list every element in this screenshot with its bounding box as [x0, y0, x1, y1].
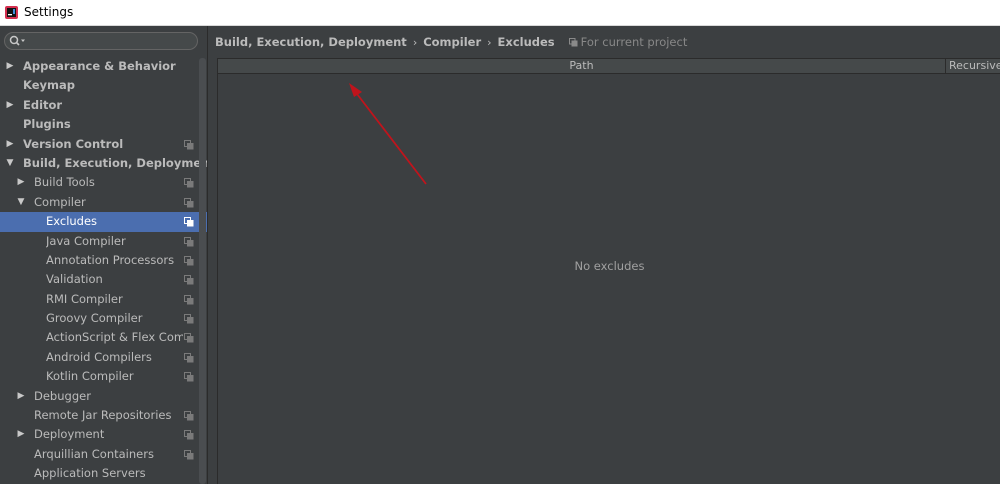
sidebar-item-label: Version Control: [23, 136, 124, 151]
sidebar-item-label: Editor: [23, 97, 63, 112]
sidebar-item-label: Kotlin Compiler: [46, 369, 134, 384]
project-scope-icon: [184, 139, 194, 150]
project-scope-icon: [184, 430, 194, 440]
collapsed-arrow-icon[interactable]: ▶: [5, 57, 15, 76]
breadcrumb-separator: ›: [412, 36, 418, 49]
expanded-arrow-icon[interactable]: ▼: [5, 154, 15, 173]
sidebar-item-validation[interactable]: Validation: [0, 270, 207, 289]
sidebar-item-label: Annotation Processors: [46, 252, 175, 267]
settings-search-box[interactable]: [4, 32, 198, 50]
column-header-path[interactable]: Path: [218, 59, 946, 73]
sidebar-item-label: Plugins: [23, 117, 71, 132]
sidebar-item-label: Build, Execution, Deployment: [23, 155, 208, 170]
project-scope-icon: [184, 197, 194, 208]
project-scope-icon: [184, 217, 194, 227]
search-icon[interactable]: [8, 33, 28, 49]
settings-tree: ▶ Appearance & Behavior Keymap ▶ Editor Plugi…: [0, 57, 207, 484]
project-scope-icon: [184, 449, 194, 460]
table-header: Path Recursively: [218, 59, 1000, 74]
sidebar-item-deployment[interactable]: ▶ Deployment: [0, 425, 207, 444]
sidebar-item-label: Excludes: [46, 214, 98, 229]
sidebar-item-label: Application Servers: [34, 466, 146, 481]
project-scope-icon: [184, 255, 194, 266]
window-titlebar: Settings: [0, 0, 1000, 26]
breadcrumb-item-excludes: Excludes: [497, 35, 555, 49]
excludes-table[interactable]: Path Recursively No excludes: [217, 58, 1000, 484]
project-scope-icon: [568, 38, 578, 47]
project-scope-icon: [184, 236, 194, 247]
breadcrumb-item-build-execution-deployment[interactable]: Build, Execution, Deployment: [215, 35, 407, 49]
sidebar-item-actionscript-flex-compil[interactable]: ActionScript & Flex Compil: [0, 328, 207, 347]
sidebar-item-label: Validation: [46, 272, 103, 287]
sidebar-item-label: Android Compilers: [46, 349, 152, 364]
sidebar-item-label: Arquillian Containers: [34, 446, 154, 461]
sidebar-item-build-execution-deployment[interactable]: ▼ Build, Execution, Deployment: [0, 154, 207, 173]
empty-state-text: No excludes: [574, 259, 645, 273]
sidebar-item-appearance-behavior[interactable]: ▶ Appearance & Behavior: [0, 57, 207, 76]
breadcrumb: Build, Execution, Deployment › Compiler › Ex…: [215, 35, 687, 51]
sidebar-item-debugger[interactable]: ▶ Debugger: [0, 387, 207, 406]
sidebar-item-label: Appearance & Behavior: [23, 59, 176, 73]
breadcrumb-item-compiler[interactable]: Compiler: [423, 35, 481, 49]
project-scope-icon: [184, 294, 194, 305]
sidebar-item-label: Remote Jar Repositories: [34, 408, 172, 423]
project-scope-icon: [184, 411, 194, 421]
sidebar-item-arquillian-containers[interactable]: Arquillian Containers: [0, 445, 207, 464]
project-scope-icon: [184, 333, 194, 343]
settings-sidebar: ▶ Appearance & Behavior Keymap ▶ Editor Plugi…: [0, 26, 208, 484]
sidebar-item-editor[interactable]: ▶ Editor: [0, 96, 207, 115]
collapsed-arrow-icon[interactable]: ▶: [16, 173, 26, 192]
project-scope-icon: [184, 178, 194, 188]
collapsed-arrow-icon[interactable]: ▶: [16, 425, 26, 444]
sidebar-item-label: Compiler: [34, 194, 86, 209]
sidebar-item-compiler[interactable]: ▼ Compiler: [0, 193, 207, 212]
sidebar-scrollbar[interactable]: [199, 58, 206, 484]
collapsed-arrow-icon[interactable]: ▶: [5, 135, 15, 154]
window-title: Settings: [24, 5, 74, 19]
intellij-app-icon: [5, 6, 18, 19]
sidebar-item-label: ActionScript & Flex Compil: [46, 330, 183, 345]
sidebar-item-annotation-processors[interactable]: Annotation Processors: [0, 251, 207, 270]
sidebar-item-remote-jar-repositories[interactable]: Remote Jar Repositories: [0, 406, 207, 425]
column-header-recursively[interactable]: Recursively: [947, 59, 1000, 73]
sidebar-item-version-control[interactable]: ▶ Version Control: [0, 135, 207, 154]
table-body[interactable]: No excludes: [218, 74, 1000, 484]
sidebar-item-application-servers[interactable]: Application Servers: [0, 464, 207, 483]
sidebar-item-plugins[interactable]: Plugins: [0, 115, 207, 134]
sidebar-item-keymap[interactable]: Keymap: [0, 76, 207, 95]
sidebar-item-groovy-compiler[interactable]: Groovy Compiler: [0, 309, 207, 328]
collapsed-arrow-icon[interactable]: ▶: [16, 387, 26, 406]
sidebar-item-kotlin-compiler[interactable]: Kotlin Compiler: [0, 367, 207, 386]
sidebar-item-label: Debugger: [34, 388, 91, 403]
sidebar-item-label: Keymap: [23, 78, 75, 93]
sidebar-item-rmi-compiler[interactable]: RMI Compiler: [0, 290, 207, 309]
sidebar-item-label: Groovy Compiler: [46, 311, 143, 326]
scope-label: For current project: [580, 35, 688, 49]
sidebar-item-build-tools[interactable]: ▶ Build Tools: [0, 173, 207, 192]
settings-search-input[interactable]: [29, 34, 193, 48]
project-scope-icon: [184, 372, 194, 382]
sidebar-item-java-compiler[interactable]: Java Compiler: [0, 232, 207, 251]
sidebar-item-excludes[interactable]: Excludes: [0, 212, 207, 232]
sidebar-item-android-compilers[interactable]: Android Compilers: [0, 348, 207, 367]
collapsed-arrow-icon[interactable]: ▶: [5, 96, 15, 115]
sidebar-item-label: Java Compiler: [46, 233, 126, 248]
excludes-panel: Build, Execution, Deployment › Compiler › Ex…: [208, 26, 1000, 484]
project-scope-icon: [184, 352, 194, 363]
project-scope-icon: [184, 275, 194, 285]
sidebar-item-label: Build Tools: [34, 175, 95, 190]
expanded-arrow-icon[interactable]: ▼: [16, 193, 26, 212]
breadcrumb-separator: ›: [487, 36, 492, 49]
sidebar-item-label: RMI Compiler: [46, 291, 123, 306]
sidebar-item-label: Deployment: [34, 427, 105, 442]
project-scope-icon: [184, 314, 194, 324]
